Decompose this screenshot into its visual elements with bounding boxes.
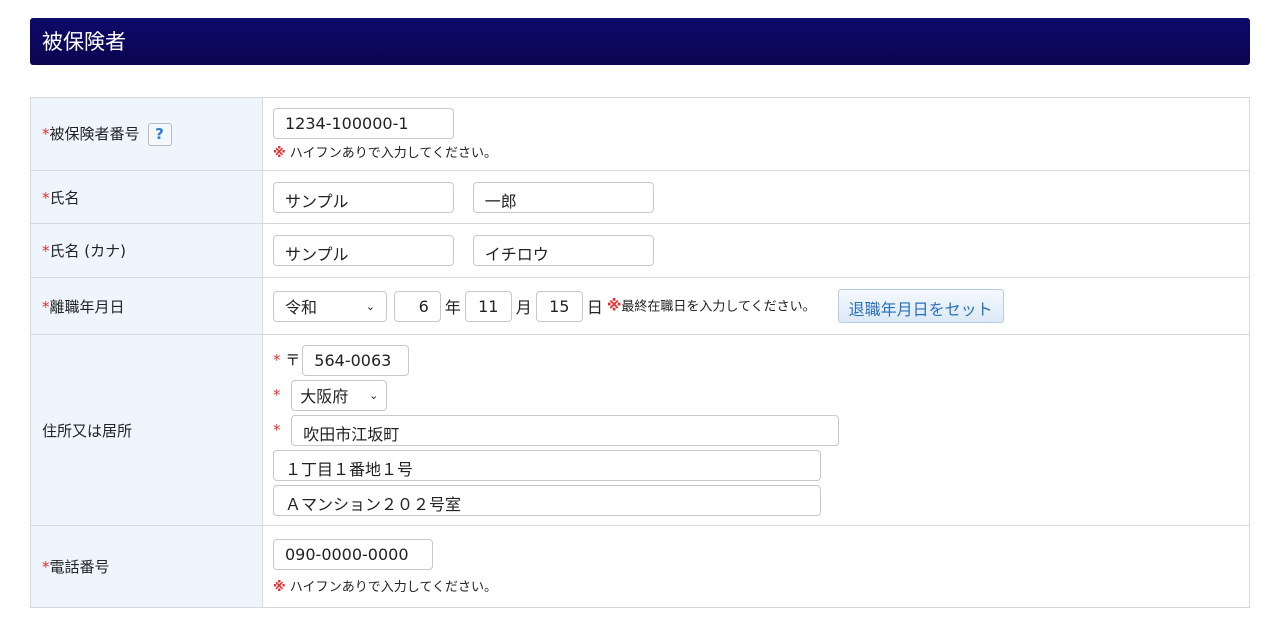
- address-line2-input[interactable]: １丁目１番地１号: [273, 449, 821, 481]
- label-address: 住所又は居所: [42, 421, 133, 440]
- month-input[interactable]: 11: [464, 290, 512, 322]
- insured-form-table: *被保険者番号? 1234-100000-1 ※ ハイフンありで入力してください…: [30, 97, 1250, 608]
- insured-number-note: ハイフンありで入力してください。: [289, 145, 498, 161]
- address-line3-input[interactable]: Ａマンション２０２号室: [273, 484, 821, 516]
- address-line1-input[interactable]: 吹田市江坂町: [291, 414, 840, 446]
- label-phone: 電話番号: [49, 558, 110, 576]
- postal-code-input[interactable]: 564-0063: [302, 344, 410, 376]
- label-insured-number: 被保険者番号: [49, 124, 140, 143]
- last-name-kana-input[interactable]: サンプル: [273, 235, 454, 266]
- set-retire-date-button[interactable]: 退職年月日をセット: [837, 289, 1004, 323]
- row-phone: *電話番号 090-0000-0000 ※ ハイフンありで入力してください。: [30, 525, 1250, 608]
- first-name-kana-input[interactable]: イチロウ: [472, 235, 654, 266]
- label-name: 氏名: [49, 188, 80, 207]
- section-header: 被保険者: [30, 18, 1250, 65]
- row-address: 住所又は居所 * 〒 564-0063 * 大阪府 ⌄ * 吹田市江坂町 １丁目１番…: [30, 334, 1250, 526]
- row-retire-date: *離職年月日 令和 ⌄ 6 年 11 月 15 日 ※最終在職日を入力してください。 退職年月日…: [30, 277, 1250, 335]
- phone-note: ハイフンありで入力してください。: [289, 579, 498, 595]
- row-name-kana: *氏名 (カナ) サンプル イチロウ: [30, 223, 1250, 278]
- chevron-down-icon: ⌄: [365, 299, 375, 313]
- insured-number-input[interactable]: 1234-100000-1: [273, 107, 454, 139]
- era-select[interactable]: 令和 ⌄: [273, 290, 387, 322]
- last-name-input[interactable]: サンプル: [273, 181, 454, 213]
- day-input[interactable]: 15: [535, 290, 583, 322]
- row-insured-number: *被保険者番号? 1234-100000-1 ※ ハイフンありで入力してください…: [30, 97, 1250, 171]
- phone-input[interactable]: 090-0000-0000: [273, 538, 433, 570]
- retire-date-note: 最終在職日を入力してください。: [621, 299, 816, 315]
- year-input[interactable]: 6: [393, 290, 441, 322]
- first-name-input[interactable]: 一郎: [472, 181, 654, 213]
- postal-mark: 〒: [285, 350, 301, 369]
- label-name-kana: 氏名 (カナ): [49, 242, 126, 260]
- row-name: *氏名 サンプル 一郎: [30, 170, 1250, 224]
- chevron-down-icon: ⌄: [369, 388, 379, 402]
- label-retire-date: 離職年月日: [49, 297, 125, 316]
- help-icon[interactable]: ?: [147, 122, 172, 146]
- prefecture-select[interactable]: 大阪府 ⌄: [291, 379, 388, 411]
